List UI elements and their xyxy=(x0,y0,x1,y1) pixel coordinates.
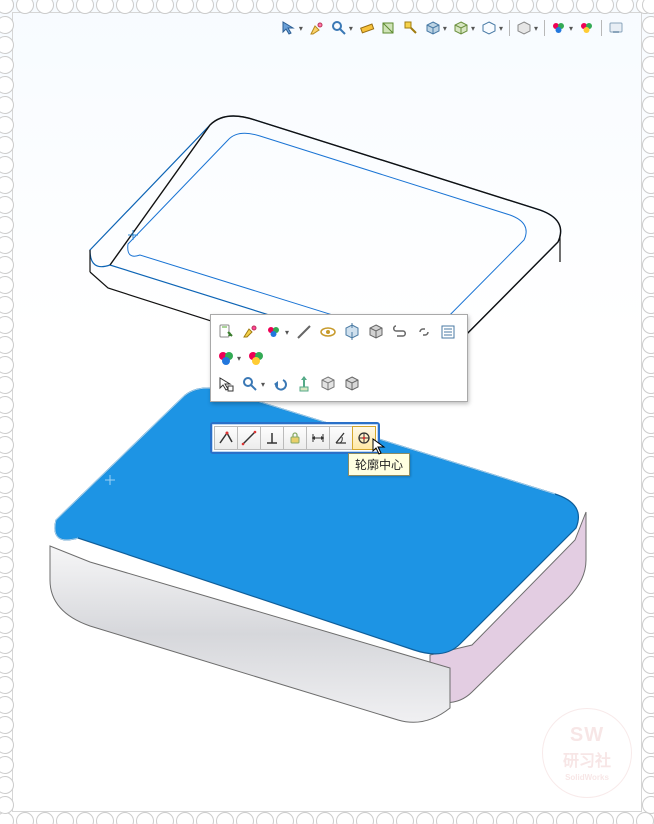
dropdown-arrow-icon[interactable]: ▾ xyxy=(285,328,289,337)
display-pane-icon[interactable] xyxy=(608,20,624,36)
dropdown-arrow-icon[interactable]: ▾ xyxy=(261,380,265,389)
eye-icon[interactable] xyxy=(319,323,337,341)
separator xyxy=(544,20,545,36)
view-orientation-icon[interactable] xyxy=(453,20,469,36)
app-stage: ▾ ▾ ▾ ▾ ▾ ▾ ▾ xyxy=(0,0,654,824)
undo-icon[interactable] xyxy=(271,375,289,393)
dropdown-arrow-icon[interactable]: ▾ xyxy=(499,24,503,33)
context-toolbar: ▾ ▾ ▾ xyxy=(210,314,468,402)
line-icon[interactable] xyxy=(295,323,313,341)
cube-view-icon[interactable] xyxy=(425,20,441,36)
tooltip: 轮廓中心 xyxy=(348,453,410,476)
context-row-3: ▾ xyxy=(217,371,461,397)
dropdown-arrow-icon[interactable]: ▾ xyxy=(569,24,573,33)
display-style-icon[interactable] xyxy=(481,20,497,36)
dropdown-arrow-icon[interactable]: ▾ xyxy=(299,24,303,33)
single-ball-icon[interactable] xyxy=(247,349,265,367)
cube-icon[interactable] xyxy=(367,323,385,341)
highlight-icon[interactable] xyxy=(309,20,325,36)
context-row-1: ▾ xyxy=(217,319,461,345)
coincident-relation-icon[interactable] xyxy=(214,426,238,450)
separator xyxy=(509,20,510,36)
magnifier-icon[interactable] xyxy=(331,20,347,36)
cursor-select-icon[interactable] xyxy=(217,375,235,393)
box2-icon[interactable] xyxy=(343,375,361,393)
dropdown-arrow-icon[interactable]: ▾ xyxy=(237,354,241,363)
angle-relation-icon[interactable] xyxy=(329,426,353,450)
zoom-icon[interactable] xyxy=(241,375,259,393)
brush-icon[interactable] xyxy=(241,323,259,341)
measure-icon[interactable] xyxy=(359,20,375,36)
rgb-balls-icon[interactable] xyxy=(217,349,235,367)
dropdown-arrow-icon[interactable]: ▾ xyxy=(443,24,447,33)
fix-relation-icon[interactable] xyxy=(283,426,307,450)
link-icon[interactable] xyxy=(415,323,433,341)
list-icon[interactable] xyxy=(439,323,457,341)
horizontal-relation-icon[interactable] xyxy=(237,426,261,450)
dropdown-arrow-icon[interactable]: ▾ xyxy=(349,24,353,33)
paste-icon[interactable] xyxy=(217,323,235,341)
move-icon[interactable] xyxy=(295,375,313,393)
clip-icon[interactable] xyxy=(391,323,409,341)
box-icon[interactable] xyxy=(319,375,337,393)
normal-to-icon[interactable] xyxy=(343,323,361,341)
select-over-geometry-icon[interactable] xyxy=(281,20,297,36)
edit-appearance-icon[interactable] xyxy=(579,20,595,36)
colorwheel-icon[interactable] xyxy=(265,323,283,341)
heads-up-toolbar: ▾ ▾ ▾ ▾ ▾ ▾ ▾ xyxy=(281,16,624,40)
separator xyxy=(601,20,602,36)
tooltip-text: 轮廓中心 xyxy=(355,458,403,472)
profile-center-relation-icon[interactable] xyxy=(352,426,376,450)
dimension-relation-icon[interactable] xyxy=(306,426,330,450)
dropdown-arrow-icon[interactable]: ▾ xyxy=(471,24,475,33)
perpendicular-relation-icon[interactable] xyxy=(260,426,284,450)
relations-toolbar xyxy=(210,422,380,454)
section-icon[interactable] xyxy=(381,20,397,36)
hide-show-icon[interactable] xyxy=(516,20,532,36)
context-row-2: ▾ xyxy=(217,345,461,371)
apply-scene-icon[interactable] xyxy=(551,20,567,36)
appearance-icon[interactable] xyxy=(403,20,419,36)
dropdown-arrow-icon[interactable]: ▾ xyxy=(534,24,538,33)
